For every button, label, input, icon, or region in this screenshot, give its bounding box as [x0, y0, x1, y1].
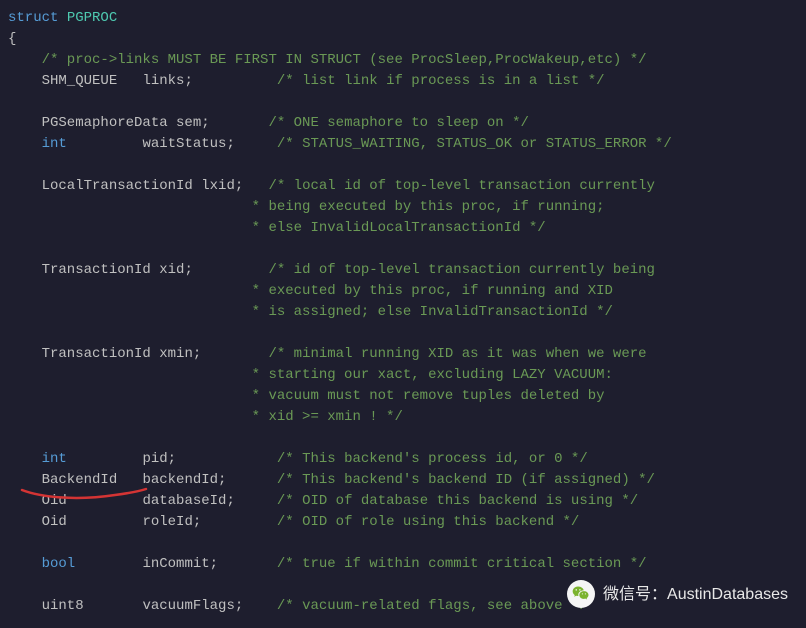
type-backendid: BackendId — [8, 472, 117, 488]
comment-vacuumflags: /* vacuum-related flags, see above */ — [277, 598, 588, 614]
field-waitstatus: waitStatus; — [142, 136, 234, 152]
comment-xid-1: /* id of top-level transaction currently… — [268, 262, 654, 278]
type-oid-role: Oid — [8, 514, 67, 530]
comment-pid: /* This backend's process id, or 0 */ — [277, 451, 588, 467]
type-pgsem: PGSemaphoreData — [8, 115, 176, 131]
type-bool: bool — [8, 556, 75, 572]
comment-sem: /* ONE semaphore to sleep on */ — [268, 115, 528, 131]
field-sem: sem; — [176, 115, 210, 131]
comment-xmin-3: * vacuum must not remove tuples deleted … — [8, 388, 605, 404]
comment-links: /* list link if process is in a list */ — [277, 73, 605, 89]
comment-waitstatus: /* STATUS_WAITING, STATUS_OK or STATUS_E… — [277, 136, 672, 152]
comment-lxid-1: /* local id of top-level transaction cur… — [268, 178, 654, 194]
comment-incommit: /* true if within commit critical sectio… — [277, 556, 647, 572]
field-roleid: roleId; — [142, 514, 201, 530]
field-xmin: xmin; — [159, 346, 201, 362]
watermark: 微信号：AustinDatabases — [567, 580, 788, 608]
comment-xid-2: * executed by this proc, if running and … — [8, 283, 613, 299]
wechat-icon — [567, 580, 595, 608]
type-int-pid: int — [8, 451, 67, 467]
field-incommit: inCommit; — [142, 556, 218, 572]
field-lxid: lxid; — [201, 178, 243, 194]
comment-xmin-4: * xid >= xmin ! */ — [8, 409, 403, 425]
type-txid: TransactionId — [8, 262, 159, 278]
comment-lxid-2: * being executed by this proc, if runnin… — [8, 199, 605, 215]
type-oid-db: Oid — [8, 493, 67, 509]
watermark-text: 微信号：AustinDatabases — [603, 584, 788, 605]
field-xid: xid; — [159, 262, 193, 278]
field-links: links; — [142, 73, 192, 89]
comment-backendid: /* This backend's backend ID (if assigne… — [277, 472, 655, 488]
comment-xid-3: * is assigned; else InvalidTransactionId… — [8, 304, 613, 320]
comment-first: /* proc->links MUST BE FIRST IN STRUCT (… — [8, 52, 647, 68]
struct-keyword: struct — [8, 10, 58, 26]
type-txid-xmin: TransactionId — [8, 346, 159, 362]
field-databaseid: databaseId; — [142, 493, 234, 509]
comment-xmin-2: * starting our xact, excluding LAZY VACU… — [8, 367, 613, 383]
open-brace: { — [8, 31, 16, 47]
type-uint8: uint8 — [8, 598, 84, 614]
field-backendid: backendId; — [142, 472, 226, 488]
type-int: int — [8, 136, 67, 152]
type-localtxid: LocalTransactionId — [8, 178, 201, 194]
comment-xmin-1: /* minimal running XID as it was when we… — [268, 346, 646, 362]
comment-roleid: /* OID of role using this backend */ — [277, 514, 579, 530]
comment-lxid-3: * else InvalidLocalTransactionId */ — [8, 220, 546, 236]
code-block: struct PGPROC { /* proc->links MUST BE F… — [0, 0, 806, 625]
type-shmqueue: SHM_QUEUE — [8, 73, 117, 89]
struct-name: PGPROC — [67, 10, 117, 26]
field-vacuumflags: vacuumFlags; — [142, 598, 243, 614]
field-pid: pid; — [142, 451, 176, 467]
comment-databaseid: /* OID of database this backend is using… — [277, 493, 638, 509]
